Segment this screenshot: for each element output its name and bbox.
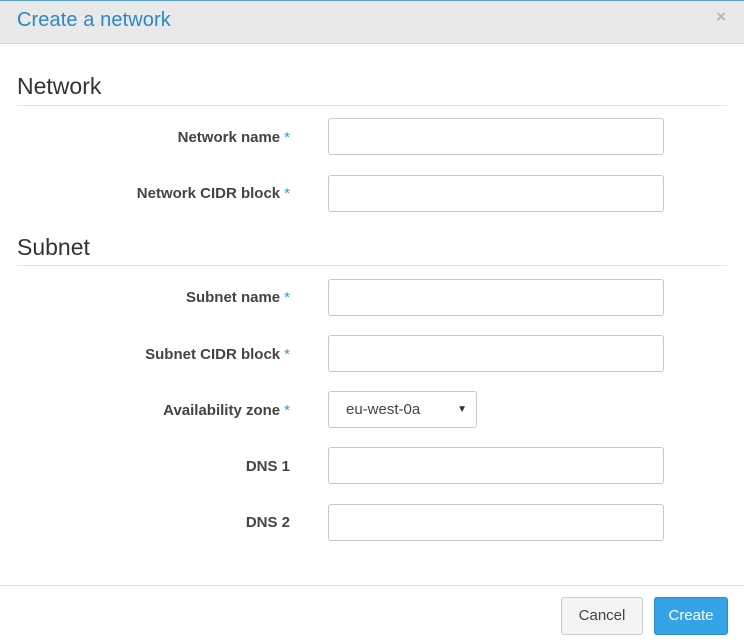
create-button[interactable]: Create [654, 597, 728, 635]
network-section-divider [17, 105, 727, 106]
cancel-button[interactable]: Cancel [561, 597, 643, 635]
subnet-section-divider [17, 265, 727, 266]
network-section-heading: Network [17, 73, 102, 99]
dns1-label: DNS 1 [246, 458, 290, 475]
availability-zone-label: Availability zone * [163, 402, 290, 419]
subnet-name-label-text: Subnet name [185, 289, 281, 306]
create-network-dialog: Create a network × Network Network name *… [0, 0, 744, 642]
subnet-cidr-input[interactable] [328, 335, 664, 372]
network-cidr-label-text: Network CIDR block [136, 185, 281, 202]
dialog-footer: Cancel Create [0, 585, 744, 642]
network-cidr-label: Network CIDR block * [137, 185, 290, 202]
dns2-input[interactable] [328, 504, 664, 541]
required-marker: * [284, 289, 290, 306]
subnet-cidr-label: Subnet CIDR block * [145, 346, 290, 363]
caret-down-icon: ▼ [457, 404, 467, 415]
dns1-input[interactable] [328, 447, 664, 484]
required-marker: * [284, 129, 290, 146]
availability-zone-label-text: Availability zone [163, 402, 281, 419]
dialog-header: Create a network × [0, 1, 744, 44]
availability-zone-select[interactable]: eu-west-0a ▼ [328, 391, 477, 428]
required-marker: * [284, 402, 290, 419]
subnet-name-label: Subnet name * [186, 289, 290, 306]
availability-zone-selected-value: eu-west-0a [346, 401, 421, 418]
required-marker: * [284, 346, 290, 363]
subnet-name-input[interactable] [328, 279, 664, 316]
required-marker: * [284, 185, 290, 202]
close-icon[interactable]: × [716, 7, 726, 27]
dns1-label-text: DNS 1 [245, 458, 290, 475]
network-name-label: Network name * [178, 129, 290, 146]
network-name-label-text: Network name [177, 129, 281, 146]
dialog-title: Create a network [17, 9, 171, 31]
dns2-label-text: DNS 2 [245, 514, 290, 531]
network-name-input[interactable] [328, 118, 664, 155]
subnet-section-heading: Subnet [17, 234, 90, 260]
network-cidr-input[interactable] [328, 175, 664, 212]
dns2-label: DNS 2 [246, 514, 290, 531]
subnet-cidr-label-text: Subnet CIDR block [145, 346, 281, 363]
